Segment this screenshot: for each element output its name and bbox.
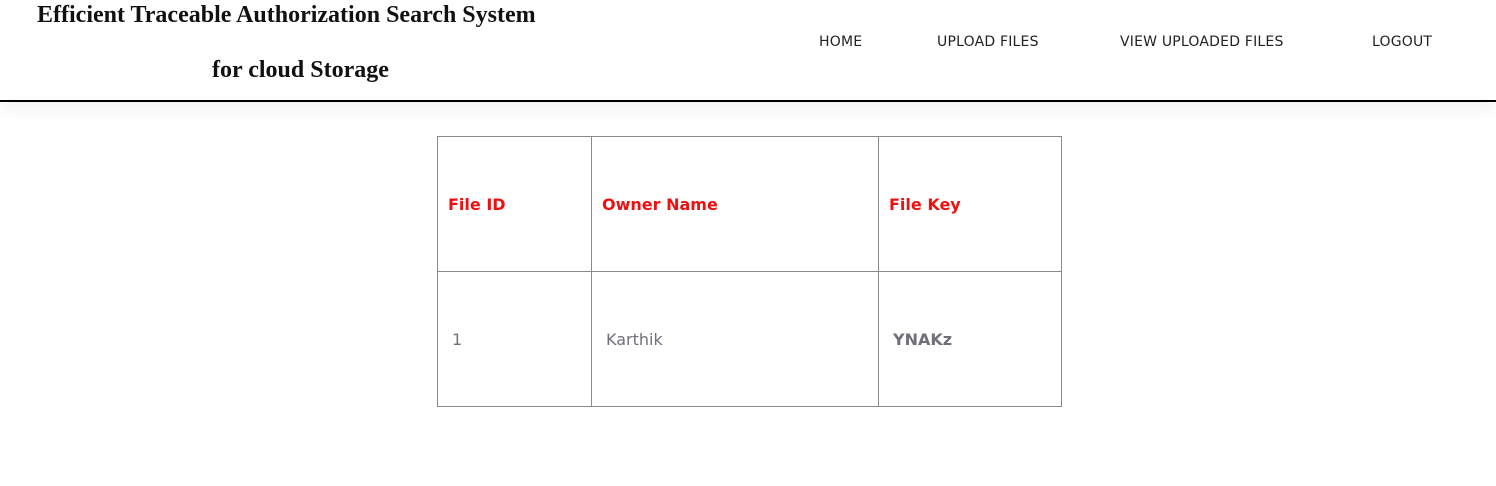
site-title-line-2: for cloud Storage [212,57,389,83]
table-row: 1 Karthik YNAKz [437,271,1062,407]
site-header: Efficient Traceable Authorization Search… [0,0,1496,102]
nav-logout-link[interactable]: LOGOUT [1372,34,1432,50]
cell-owner-name: Karthik [591,271,879,407]
site-title-line-1: Efficient Traceable Authorization Search… [37,2,536,28]
column-header-owner-name: Owner Name [591,136,879,272]
cell-file-id: 1 [437,271,592,407]
nav-upload-files-link[interactable]: UPLOAD FILES [937,34,1039,50]
column-header-file-key: File Key [878,136,1062,272]
nav-home-link[interactable]: HOME [819,34,862,50]
nav-view-uploaded-files-link[interactable]: VIEW UPLOADED FILES [1120,34,1284,50]
files-table: File ID Owner Name File Key 1 Karthik YN… [437,136,1062,407]
column-header-file-id: File ID [437,136,592,272]
table-header-row: File ID Owner Name File Key [437,136,1062,272]
cell-file-key: YNAKz [878,271,1062,407]
